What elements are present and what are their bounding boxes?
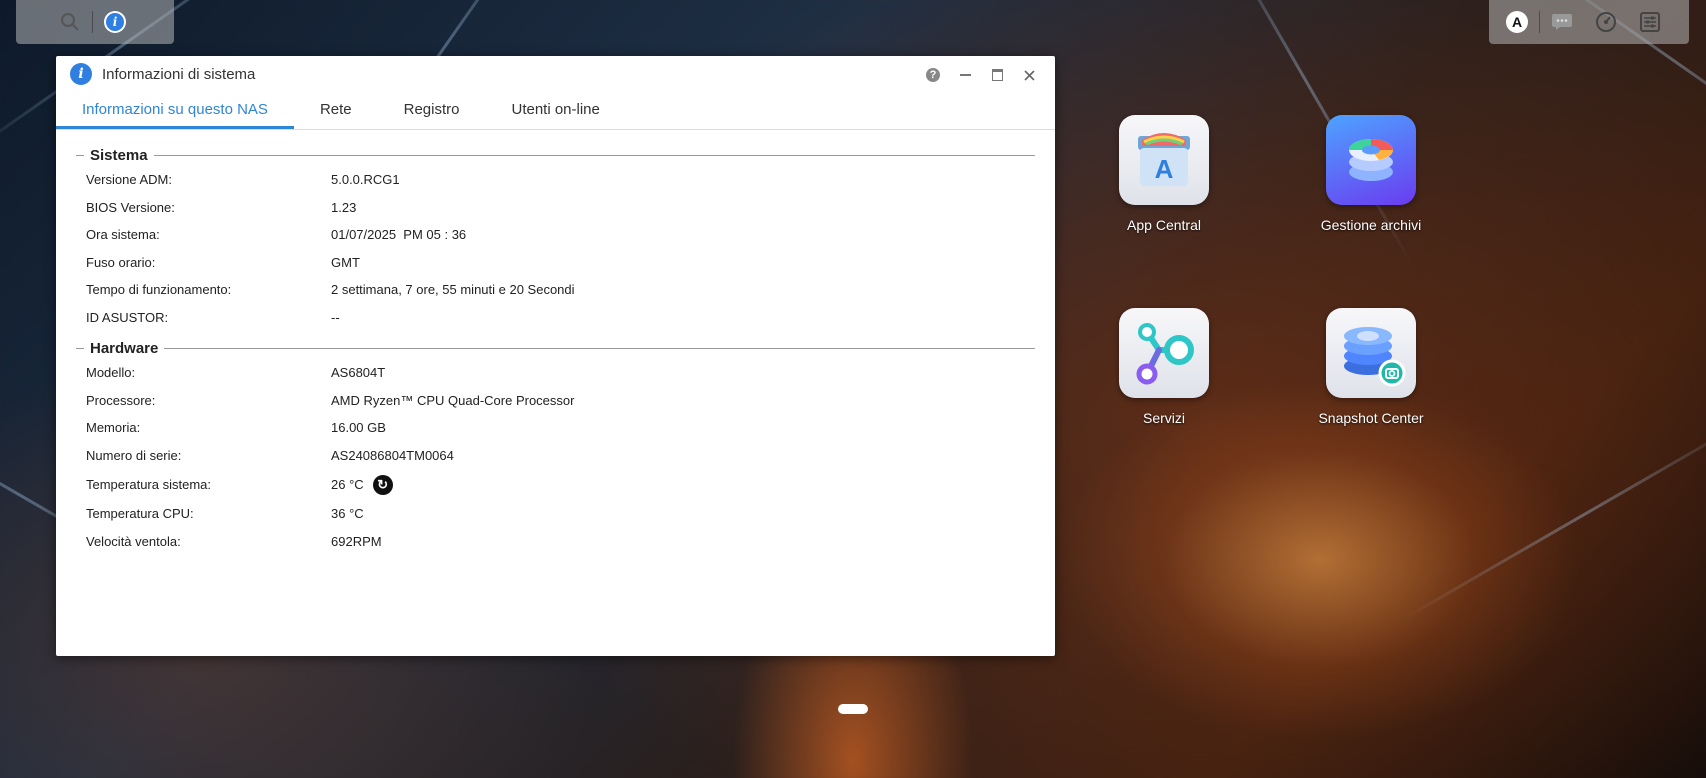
app-label: Servizi	[1142, 410, 1185, 426]
system-info-taskbar-button[interactable]: i	[93, 0, 137, 44]
info-icon: i	[70, 63, 92, 85]
info-label: Tempo di funzionamento:	[86, 282, 232, 298]
info-label: Processore:	[86, 392, 156, 408]
info-value: 5.0.0.RCG1	[331, 172, 400, 188]
search-button[interactable]	[48, 0, 92, 44]
window-content: Sistema Versione ADM: 5.0.0.RCG1 BIOS Ve…	[56, 130, 1055, 555]
user-icon: A	[1506, 11, 1528, 33]
info-value: 2 settimana, 7 ore, 55 minuti e 20 Secon…	[331, 282, 575, 298]
info-value: --	[331, 309, 340, 325]
desktop-app-storage-manager[interactable]: Gestione archivi	[1301, 115, 1441, 233]
taskbar-left: i	[16, 0, 174, 44]
minimize-icon	[959, 74, 971, 76]
app-label: Gestione archivi	[1320, 217, 1422, 233]
window-controls: ?	[919, 62, 1043, 88]
info-label: Velocità ventola:	[86, 533, 181, 549]
info-value: 26 °C	[331, 477, 364, 492]
tab-log[interactable]: Registro	[378, 101, 486, 129]
info-label: Fuso orario:	[86, 254, 156, 270]
tab-online-users[interactable]: Utenti on-line	[485, 101, 625, 129]
info-row-uptime: Tempo di funzionamento: 2 settimana, 7 o…	[76, 276, 1035, 304]
info-label: Temperatura sistema:	[86, 477, 211, 492]
tab-network[interactable]: Rete	[294, 101, 378, 129]
info-value: 692RPM	[331, 533, 382, 549]
help-button[interactable]: ?	[919, 62, 947, 88]
section-header-hardware: Hardware	[76, 337, 1035, 359]
info-label: Numero di serie:	[86, 447, 182, 463]
desktop-app-snapshot-center[interactable]: Snapshot Center	[1301, 308, 1441, 426]
maximize-button[interactable]	[983, 62, 1011, 88]
close-icon	[1023, 69, 1035, 81]
info-row-cpu-temperature: Temperatura CPU: 36 °C	[76, 500, 1035, 528]
user-account-button[interactable]: A	[1495, 0, 1539, 44]
tab-bar: Informazioni su questo NAS Rete Registro…	[56, 92, 1055, 130]
info-icon: i	[104, 11, 126, 33]
info-value: AS24086804TM0064	[331, 447, 454, 463]
info-row-timezone: Fuso orario: GMT	[76, 249, 1035, 277]
settings-icon	[1640, 12, 1660, 32]
help-icon: ?	[926, 68, 940, 82]
refresh-icon[interactable]: ↻	[372, 474, 393, 495]
info-row-adm-version: Versione ADM: 5.0.0.RCG1	[76, 166, 1035, 194]
info-row-system-time: Ora sistema: 01/07/2025 PM 05 : 36	[76, 221, 1035, 249]
app-label: Snapshot Center	[1318, 410, 1424, 426]
minimize-button[interactable]	[951, 62, 979, 88]
services-icon	[1119, 308, 1209, 398]
info-value: 01/07/2025 PM 05 : 36	[331, 227, 467, 243]
taskbar-right: A	[1489, 0, 1689, 44]
info-row-system-temperature: Temperatura sistema: 26 °C ↻	[76, 469, 1035, 500]
svg-text:A: A	[1155, 154, 1174, 184]
info-row-processor: Processore: AMD Ryzen™ CPU Quad-Core Pro…	[76, 387, 1035, 415]
desktop-app-services[interactable]: Servizi	[1094, 308, 1234, 426]
system-info-window: i Informazioni di sistema ? Informazioni…	[56, 56, 1055, 656]
info-value: 16.00 GB	[331, 420, 386, 436]
dashboard-icon	[1596, 12, 1616, 32]
info-label: Ora sistema:	[86, 227, 160, 243]
info-row-asustor-id: ID ASUSTOR: --	[76, 304, 1035, 332]
maximize-icon	[991, 69, 1003, 81]
info-value: 36 °C	[331, 506, 364, 522]
info-row-serial-number: Numero di serie: AS24086804TM0064	[76, 442, 1035, 470]
app-central-icon: A	[1119, 115, 1209, 205]
info-label: BIOS Versione:	[86, 199, 175, 215]
info-label: ID ASUSTOR:	[86, 309, 169, 325]
window-titlebar[interactable]: i Informazioni di sistema ?	[56, 56, 1055, 92]
info-row-bios-version: BIOS Versione: 1.23	[76, 194, 1035, 222]
app-label: App Central	[1127, 217, 1201, 233]
search-icon	[61, 13, 79, 31]
info-row-memory: Memoria: 16.00 GB	[76, 414, 1035, 442]
desktop-page-indicator[interactable]	[838, 704, 868, 714]
info-label: Memoria:	[86, 420, 141, 436]
tab-about-nas[interactable]: Informazioni su questo NAS	[56, 101, 294, 129]
info-value: GMT	[331, 254, 360, 270]
info-label: Modello:	[86, 365, 136, 381]
window-title: Informazioni di sistema	[102, 65, 256, 83]
info-value: AS6804T	[331, 365, 386, 381]
info-label: Versione ADM:	[86, 172, 172, 188]
section-header-system: Sistema	[76, 144, 1035, 166]
section-title: Hardware	[90, 339, 159, 357]
info-label: Temperatura CPU:	[86, 506, 194, 522]
storage-manager-icon	[1326, 115, 1416, 205]
notifications-button[interactable]	[1540, 0, 1584, 44]
settings-button[interactable]	[1628, 0, 1672, 44]
info-value: 1.23	[331, 199, 357, 215]
info-value: AMD Ryzen™ CPU Quad-Core Processor	[331, 392, 575, 408]
info-row-model: Modello: AS6804T	[76, 359, 1035, 387]
info-row-fan-speed: Velocità ventola: 692RPM	[76, 528, 1035, 556]
message-icon	[1552, 14, 1572, 30]
desktop-app-app-central[interactable]: A App Central	[1094, 115, 1234, 233]
snapshot-center-icon	[1326, 308, 1416, 398]
dashboard-button[interactable]	[1584, 0, 1628, 44]
close-button[interactable]	[1015, 62, 1043, 88]
section-title: Sistema	[90, 146, 148, 164]
